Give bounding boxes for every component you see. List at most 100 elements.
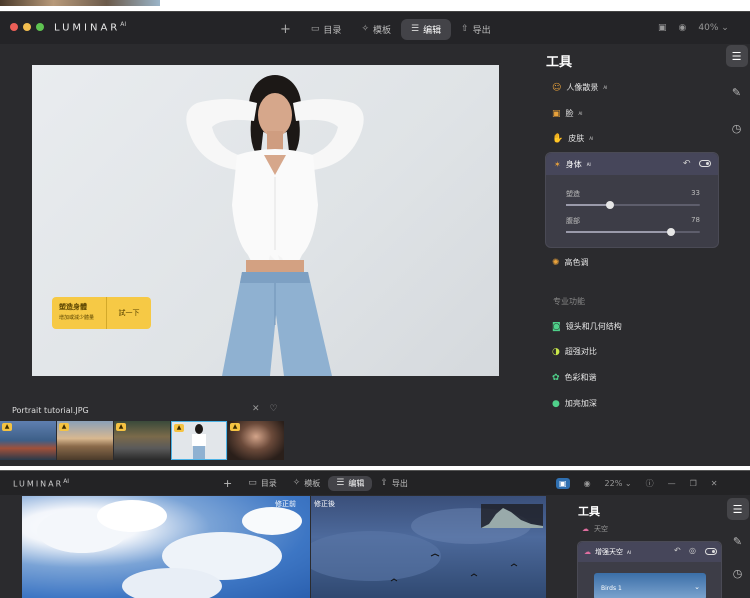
close-icon[interactable]: ✕ bbox=[711, 479, 718, 488]
tool-sky[interactable]: ☁ 天空 bbox=[582, 524, 608, 534]
main-nav: + ▭ 目录 ✧ 模板 ☰ 编辑 ⇧ 导出 bbox=[215, 475, 416, 492]
adjustments-icon[interactable]: ☰ bbox=[725, 45, 748, 67]
slider-value: 78 bbox=[691, 216, 700, 224]
templates-icon: ✧ bbox=[292, 478, 301, 488]
title-bar: LUMINARAI + ▭ 目录 ✧ 模板 ☰ 编辑 ⇧ 导出 ▣ ◉ bbox=[0, 471, 750, 495]
restore-icon[interactable]: ❐ bbox=[690, 479, 697, 488]
ai-badge: AI bbox=[586, 161, 591, 167]
tool-color-harmony[interactable]: ✿ 色彩和谐 bbox=[552, 372, 597, 383]
before-image[interactable]: 修正前 bbox=[22, 496, 310, 598]
clouds-image bbox=[37, 500, 302, 598]
filmstrip-thumb[interactable]: ▲ bbox=[228, 421, 284, 460]
ai-badge: AI bbox=[603, 85, 608, 90]
tab-catalog[interactable]: ▭ 目录 bbox=[301, 19, 352, 40]
eye-icon[interactable]: ◉ bbox=[679, 23, 687, 33]
main-photo[interactable] bbox=[32, 65, 499, 376]
tool-sidebar: ☰ ✎ ◷ bbox=[724, 498, 750, 584]
high-key-icon: ✺ bbox=[552, 257, 560, 268]
slider-label: 腹部 bbox=[566, 217, 580, 225]
slider-track[interactable] bbox=[566, 228, 700, 236]
history-icon[interactable]: ◷ bbox=[727, 562, 749, 584]
filmstrip-thumb[interactable]: ▲ bbox=[57, 421, 113, 460]
templates-icon: ✧ bbox=[361, 24, 369, 34]
mask-icon[interactable]: ◎ bbox=[689, 546, 696, 555]
visibility-toggle[interactable] bbox=[705, 548, 717, 555]
tool-portrait-bokeh[interactable]: ☺ 人像散景 AI bbox=[552, 82, 607, 93]
tab-export[interactable]: ⇧ 导出 bbox=[451, 19, 501, 40]
tool-skin[interactable]: ✋ 皮肤 AI bbox=[552, 133, 593, 144]
brush-icon[interactable]: ✎ bbox=[727, 530, 749, 552]
tool-label: 脸 bbox=[565, 109, 574, 118]
after-label: 修正後 bbox=[314, 500, 335, 508]
tab-templates[interactable]: ✧ 模板 bbox=[285, 476, 329, 491]
tool-super-contrast[interactable]: ◑ 超强对比 bbox=[552, 346, 597, 357]
zoom-select[interactable]: 22% ⌄ bbox=[605, 479, 632, 488]
sky-icon: ☁ bbox=[582, 525, 589, 533]
tab-edit-label: 编辑 bbox=[348, 479, 365, 488]
app-logo-sup: AI bbox=[63, 478, 70, 485]
enhanced-sky-header[interactable]: ☁ 增强天空 AI ↶ ◎ bbox=[578, 542, 721, 562]
tool-face[interactable]: ▣ 脸 AI bbox=[552, 108, 582, 119]
slider-shape[interactable]: 塑造 33 bbox=[566, 189, 700, 209]
history-icon[interactable]: ◷ bbox=[726, 117, 748, 139]
ai-badge-icon: ▲ bbox=[230, 423, 240, 431]
body-tool-card: ✶ 身体 AI ↶ 塑造 33 腹部 78 bbox=[545, 152, 719, 248]
compare-icon[interactable]: ▣ bbox=[556, 478, 570, 489]
tab-catalog[interactable]: ▭ 目录 bbox=[240, 476, 285, 491]
slider-knob[interactable] bbox=[606, 201, 615, 209]
slider-track[interactable] bbox=[566, 201, 700, 209]
after-image[interactable]: 修正後 bbox=[311, 496, 546, 598]
eye-icon[interactable]: ◉ bbox=[584, 479, 591, 488]
color-harmony-icon: ✿ bbox=[552, 372, 560, 383]
zoom-select[interactable]: 40% ⌄ bbox=[698, 23, 728, 33]
add-button[interactable]: + bbox=[215, 475, 240, 492]
close-icon[interactable]: ✕ bbox=[252, 404, 260, 414]
tool-dodge-burn[interactable]: ● 加亮加深 bbox=[552, 398, 597, 409]
undo-icon[interactable]: ↶ bbox=[674, 546, 681, 555]
app-logo: LUMINARAI bbox=[13, 478, 69, 489]
slider-abdomen[interactable]: 腹部 78 bbox=[566, 216, 700, 236]
tab-edit-label: 编辑 bbox=[423, 26, 442, 36]
tab-edit[interactable]: ☰ 编辑 bbox=[401, 19, 452, 40]
tool-high-key[interactable]: ✺ 高色调 bbox=[552, 257, 589, 268]
adjustments-icon[interactable]: ☰ bbox=[726, 498, 749, 520]
minimize-icon[interactable]: — bbox=[668, 479, 676, 488]
tab-edit[interactable]: ☰ 编辑 bbox=[328, 476, 373, 491]
minimize-window-button[interactable] bbox=[23, 23, 31, 31]
add-button[interactable]: + bbox=[270, 18, 301, 41]
luminar-window-portrait: LUMINARAI + ▭ 目录 ✧ 模板 ☰ 编辑 ⇧ 导出 ▣ ◉ 40% … bbox=[0, 11, 750, 466]
tool-sidebar: ☰ ✎ ◷ bbox=[723, 45, 750, 139]
body-tool-header[interactable]: ✶ 身体 AI ↶ bbox=[546, 153, 718, 175]
file-actions: ✕ ♡ bbox=[252, 404, 278, 414]
folder-icon: ▭ bbox=[248, 478, 257, 488]
tab-templates[interactable]: ✧ 模板 bbox=[351, 19, 401, 40]
tab-templates-label: 模板 bbox=[372, 26, 391, 36]
ai-badge: AI bbox=[627, 549, 631, 555]
sky-preset-select[interactable]: Birds 1 ⌄ bbox=[594, 573, 706, 598]
ai-badge-icon: ▲ bbox=[59, 423, 69, 431]
info-icon[interactable]: ⓘ bbox=[646, 478, 654, 489]
chevron-down-icon: ⌄ bbox=[694, 583, 700, 591]
hint-try-button[interactable]: 試一下 bbox=[107, 297, 151, 329]
hint-try-label: 試一下 bbox=[118, 309, 140, 317]
close-window-button[interactable] bbox=[10, 23, 18, 31]
ai-badge: AI bbox=[589, 136, 594, 141]
add-label: + bbox=[223, 477, 233, 490]
filmstrip-thumb[interactable]: ▲ bbox=[0, 421, 56, 460]
camera-icon: ◙ bbox=[552, 321, 561, 332]
compare-icon[interactable]: ▣ bbox=[658, 23, 667, 33]
feature-hint-card: 塑造身體 增加或減少體量 試一下 bbox=[52, 297, 151, 329]
tool-lens-geometry[interactable]: ◙ 镜头和几何结构 bbox=[552, 321, 622, 332]
visibility-toggle[interactable] bbox=[699, 160, 711, 167]
slider-knob[interactable] bbox=[666, 228, 675, 236]
filmstrip-thumb-selected[interactable]: ▲ bbox=[171, 421, 227, 460]
heart-icon[interactable]: ♡ bbox=[270, 404, 278, 414]
brush-icon[interactable]: ✎ bbox=[726, 81, 748, 103]
tab-export[interactable]: ⇧ 导出 bbox=[372, 476, 416, 491]
maximize-window-button[interactable] bbox=[36, 23, 44, 31]
file-name: Portrait tutorial.JPG bbox=[12, 406, 89, 415]
filmstrip-thumb[interactable]: ▲ bbox=[114, 421, 170, 460]
export-icon: ⇧ bbox=[380, 478, 388, 488]
tool-label: 超强对比 bbox=[564, 347, 597, 356]
undo-icon[interactable]: ↶ bbox=[683, 159, 691, 169]
